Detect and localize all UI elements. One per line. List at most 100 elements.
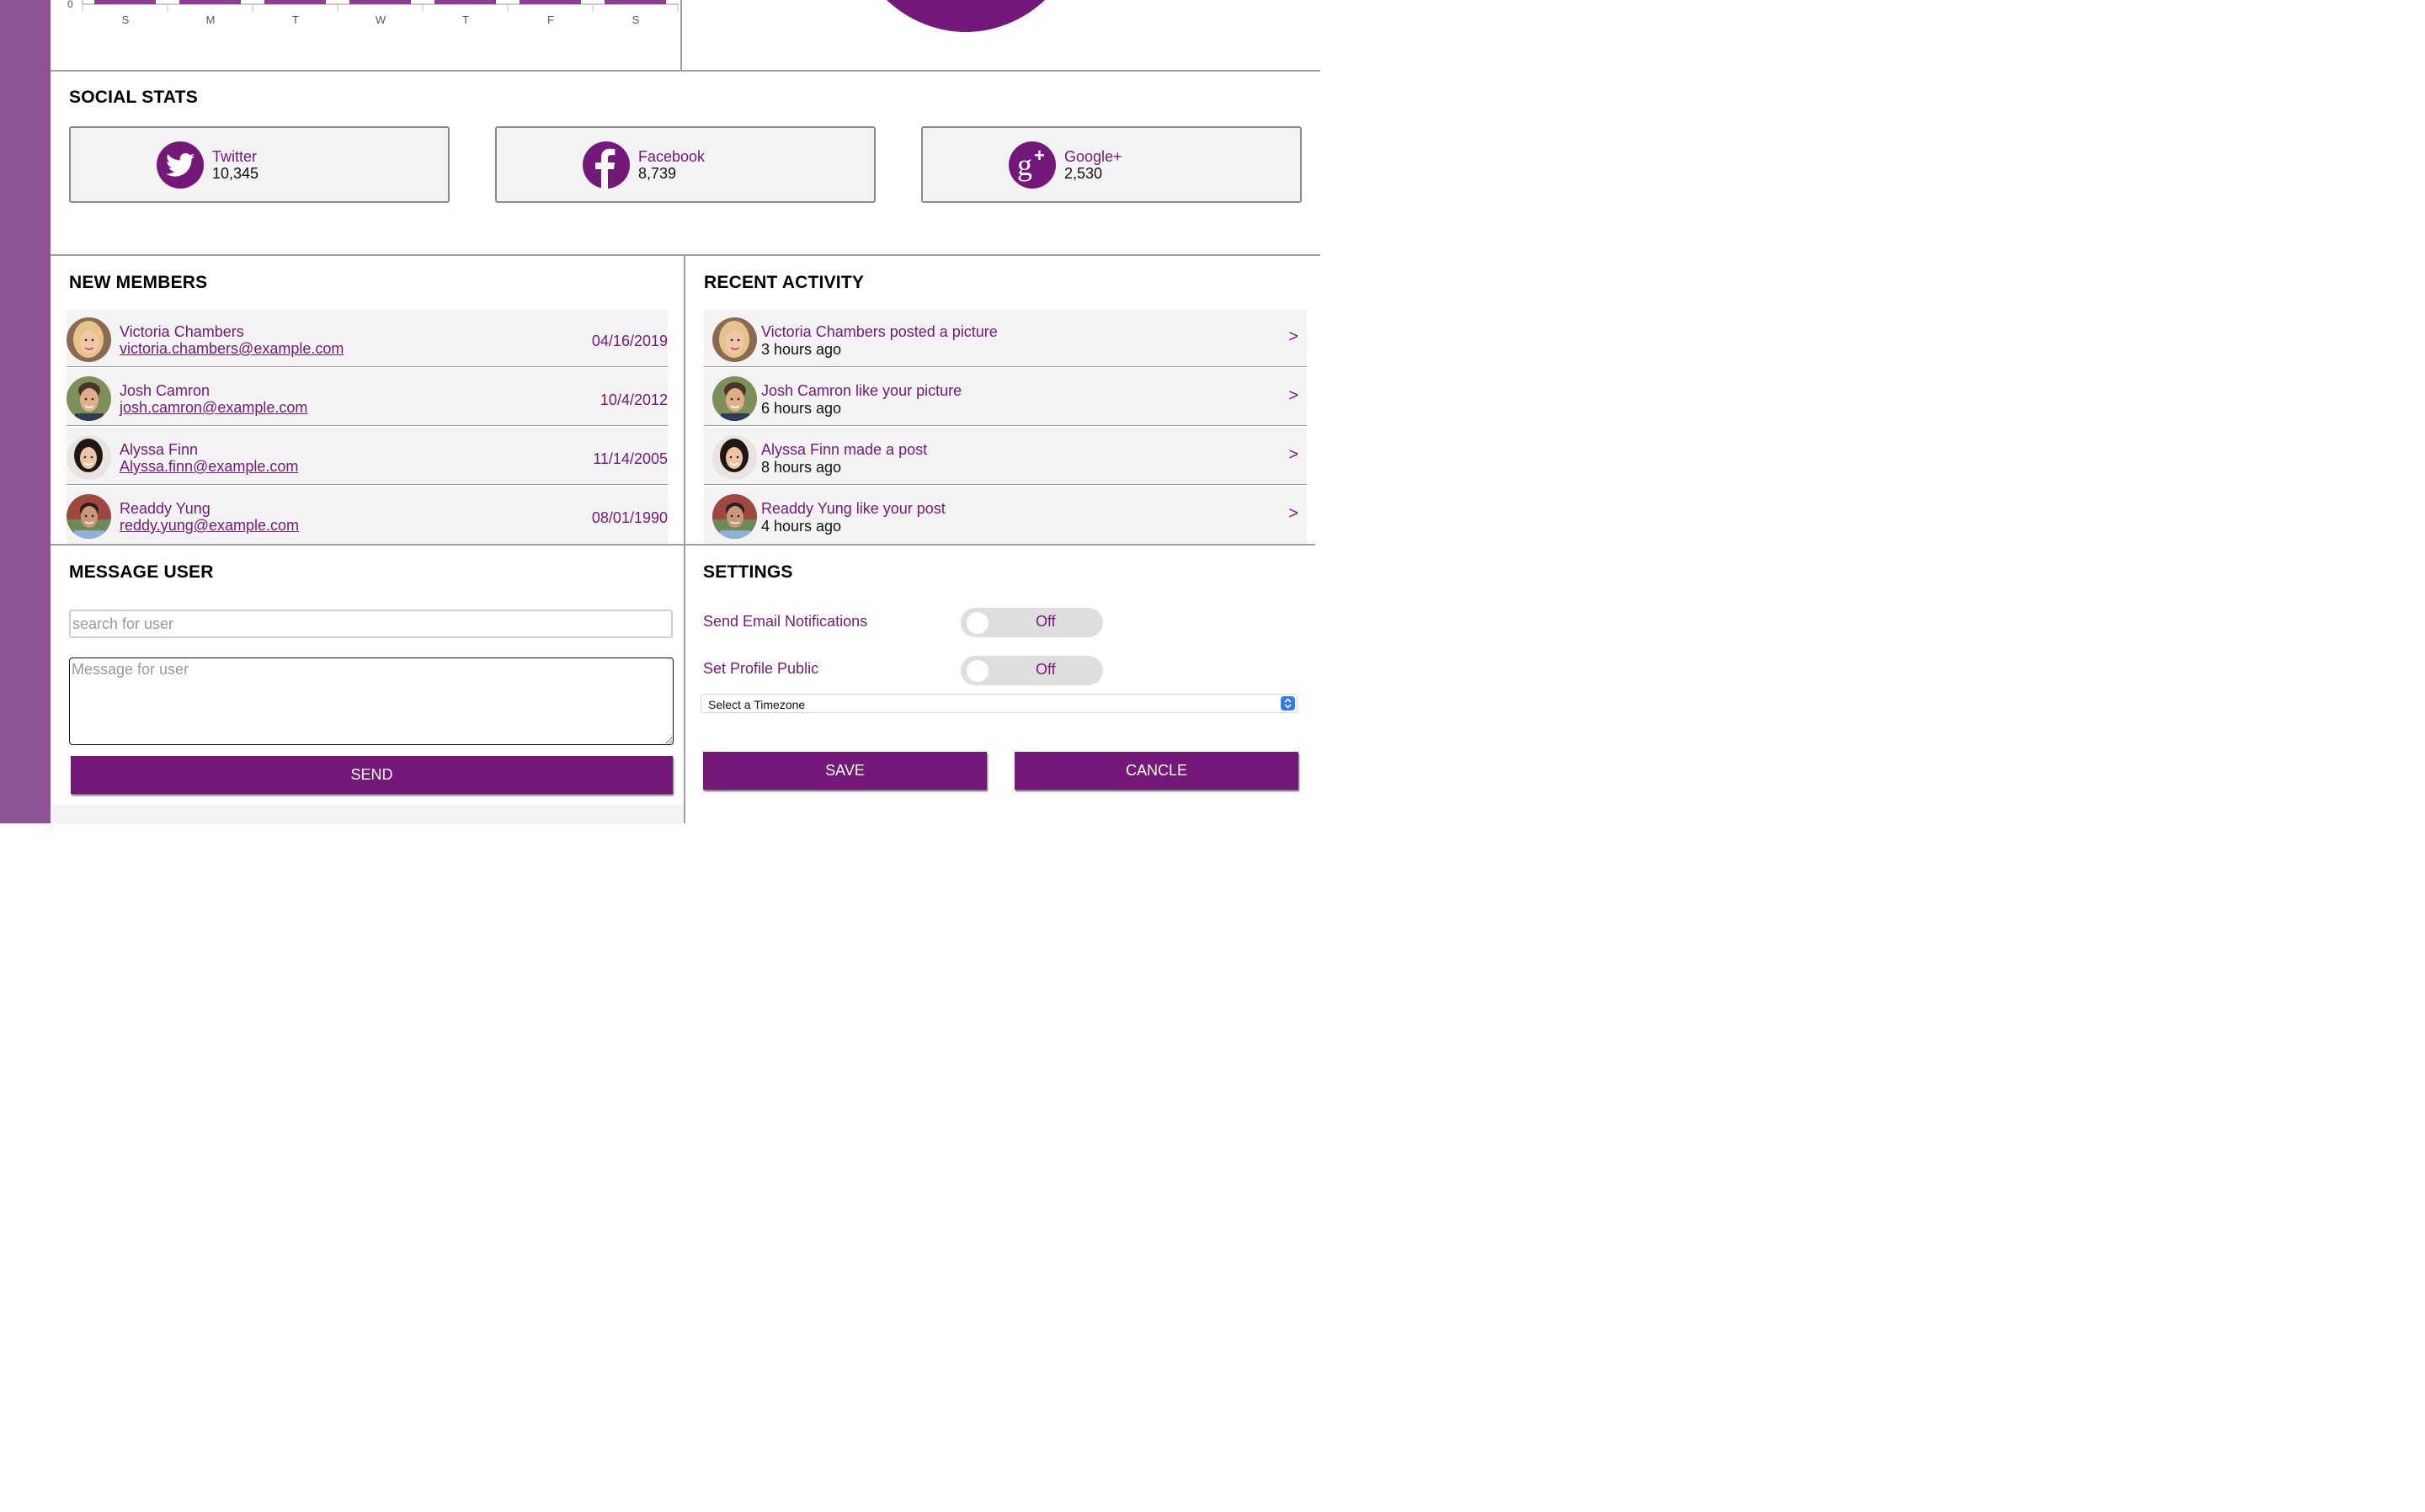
profile-public-label: Set Profile Public [703,660,819,677]
activity-time: 4 hours ago [761,518,842,535]
user-search-input[interactable] [69,610,673,638]
avatar [712,494,757,539]
activity-text: Victoria Chambers posted a picture [761,323,998,340]
x-tick-label: T [462,13,469,26]
activity-text: Josh Camron like your picture [761,382,962,399]
toggle-state: Off [1036,613,1056,630]
sidebar [0,0,51,823]
member-name: Alyssa Finn [120,441,199,458]
activity-row[interactable]: Victoria Chambers posted a picture 3 hou… [704,310,1307,367]
chart-bar [434,0,496,4]
toggle-state: Off [1036,661,1056,678]
twitter-card[interactable]: Twitter 10,345 [69,126,450,203]
member-email-link[interactable]: reddy.yung@example.com [120,517,299,535]
x-tick-label: W [376,13,386,26]
chart-bar [349,0,411,4]
timezone-value: Select a Timezone [708,698,806,711]
social-count: 10,345 [212,165,259,182]
chevron-right-icon[interactable]: > [1288,386,1298,406]
select-arrows-icon [1281,696,1295,711]
google-plus-icon: g + [1009,141,1056,189]
avatar [67,376,111,421]
chart-bar [264,0,326,4]
chart-bar [520,0,581,4]
member-email-link[interactable]: josh.camron@example.com [120,399,307,417]
member-date: 04/16/2019 [591,333,668,349]
facebook-card[interactable]: Facebook 8,739 [495,126,876,203]
social-count: 2,530 [1064,165,1103,182]
twitter-icon [157,141,204,189]
recent-activity-title: RECENT ACTIVITY [704,273,865,292]
activity-text: Readdy Yung like your post [761,500,946,517]
social-name: Facebook [638,148,706,165]
avatar [67,435,111,480]
svg-text:+: + [1034,145,1045,166]
activity-time: 6 hours ago [761,400,842,417]
avatar [67,317,111,362]
activity-time: 8 hours ago [761,459,842,476]
divider [51,254,1320,256]
timezone-select[interactable]: Select a Timezone [701,694,1298,713]
social-name: Twitter [212,148,258,165]
member-row: Victoria Chambers victoria.chambers@exam… [67,310,668,367]
activity-row[interactable]: Josh Camron like your picture 6 hours ag… [704,369,1307,426]
chart-bar [94,0,156,4]
member-date: 10/4/2012 [600,391,668,408]
toggle-knob [967,660,989,682]
member-email-link[interactable]: victoria.chambers@example.com [120,340,344,358]
chart-bars [94,0,666,4]
y-tick-zero: 0 [67,0,73,10]
x-tick-label: S [632,13,640,26]
email-notifications-toggle[interactable]: Off [961,608,1103,637]
traffic-chart-panel: 0 S M T W T F S [51,0,682,71]
chart-bar [179,0,241,4]
column-divider [684,255,685,823]
save-button[interactable]: SAVE [703,752,987,790]
social-count: 8,739 [638,165,677,182]
google-plus-card[interactable]: g + Google+ 2,530 [921,126,1302,203]
email-notifications-label: Send Email Notifications [703,613,868,630]
new-members-title: NEW MEMBERS [69,273,208,292]
profile-public-toggle[interactable]: Off [961,656,1103,685]
divider [51,544,1315,546]
avatar [712,317,757,362]
member-name: Victoria Chambers [120,323,244,340]
x-tick-label: M [206,13,216,26]
divider [51,70,1320,72]
pie-chart [844,0,1088,32]
activity-row[interactable]: Alyssa Finn made a post 8 hours ago > [704,428,1307,485]
avatar [712,376,757,421]
activity-row[interactable]: Readdy Yung like your post 4 hours ago > [704,487,1307,544]
send-button[interactable]: SEND [71,756,673,794]
activity-time: 3 hours ago [761,341,842,358]
chart-bar [605,0,666,4]
svg-text:g: g [1017,148,1032,182]
avatar [712,435,757,480]
settings-title: SETTINGS [703,562,793,582]
member-date: 08/01/1990 [591,509,668,526]
avatar [67,494,111,539]
facebook-icon [583,141,630,189]
cancel-button[interactable]: CANCLE [1015,752,1298,790]
chevron-right-icon[interactable]: > [1288,504,1298,524]
activity-text: Alyssa Finn made a post [761,441,928,458]
message-panel-footer [51,805,684,823]
chevron-right-icon[interactable]: > [1288,327,1298,347]
member-row: Josh Camron josh.camron@example.com 10/4… [67,369,668,426]
message-user-title: MESSAGE USER [69,562,214,582]
toggle-knob [967,612,989,634]
member-email-link[interactable]: Alyssa.finn@example.com [120,458,298,476]
x-tick-label: T [292,13,299,26]
x-tick-label: S [122,13,130,26]
member-date: 11/14/2005 [593,450,668,467]
social-name: Google+ [1064,148,1122,165]
message-textarea[interactable] [69,658,674,745]
pie-chart-panel [684,0,1320,71]
chevron-right-icon[interactable]: > [1288,445,1298,465]
social-stats-title: SOCIAL STATS [69,88,198,107]
traffic-chart: 0 S M T W T F S [67,0,679,26]
member-row: Alyssa Finn Alyssa.finn@example.com 11/1… [67,428,668,485]
member-name: Josh Camron [120,382,211,399]
x-tick-label: F [547,13,554,26]
member-row: Readdy Yung reddy.yung@example.com 08/01… [67,487,668,544]
